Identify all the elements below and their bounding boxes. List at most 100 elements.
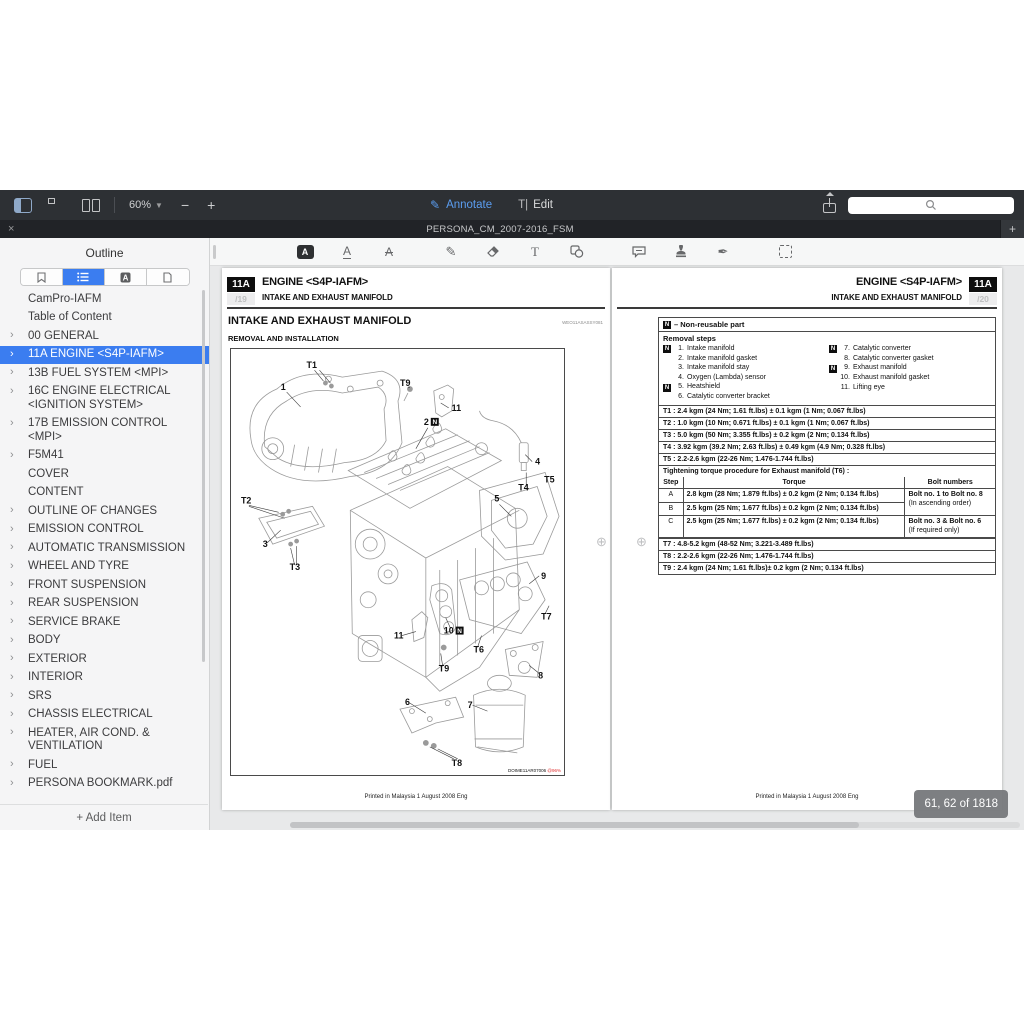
chevron-right-icon[interactable]: › xyxy=(10,541,14,555)
outline-item[interactable]: ›SRS xyxy=(0,687,209,706)
zoom-out-button[interactable]: − xyxy=(181,198,189,212)
note-tool-icon[interactable] xyxy=(630,243,648,261)
strikeout-tool-icon[interactable]: A xyxy=(380,243,398,261)
sidebar-toggle-icon[interactable] xyxy=(14,198,32,213)
pencil-tool-icon[interactable]: ✎ xyxy=(442,243,460,261)
page-left[interactable]: 11A /19 ENGINE <S4P-IAFM> INTAKE AND EXH… xyxy=(222,268,610,810)
outline-item[interactable]: ›17B EMISSION CONTROL <MPI> xyxy=(0,415,209,447)
outline-item[interactable]: ›11A ENGINE <S4P-IAFM> xyxy=(0,346,209,365)
chevron-right-icon[interactable]: › xyxy=(10,758,14,772)
outline-item[interactable]: › WHEEL AND TYRE xyxy=(0,558,209,577)
outline-item[interactable]: ›REAR SUSPENSION xyxy=(0,595,209,614)
select-tool-icon[interactable] xyxy=(776,243,794,261)
outline-item[interactable]: CamPro-IAFM xyxy=(0,290,209,309)
outline-item[interactable]: ›EXTERIOR xyxy=(0,650,209,669)
table-cell-step: B xyxy=(659,502,683,516)
outline-item[interactable]: ›BODY xyxy=(0,632,209,651)
annotate-mode-button[interactable]: ✎ Annotate xyxy=(430,198,492,212)
chevron-right-icon[interactable]: › xyxy=(10,597,14,611)
markup-tool-icon[interactable]: A xyxy=(296,243,314,261)
chevron-right-icon[interactable]: › xyxy=(10,689,14,703)
outline-item[interactable]: ›F5M41 xyxy=(0,447,209,466)
sidebar-scrollbar[interactable] xyxy=(202,290,205,662)
outline-item[interactable]: ›13B FUEL SYSTEM <MPI> xyxy=(0,364,209,383)
text-tool-icon[interactable]: T xyxy=(526,243,544,261)
horizontal-scrollbar[interactable] xyxy=(290,822,1020,828)
document-tab-title[interactable]: PERSONA_CM_2007-2016_FSM xyxy=(0,224,1000,235)
torque-table-header: Torque xyxy=(683,477,905,489)
pane-resize-handle[interactable] xyxy=(213,245,216,259)
outline-item-label: CHASSIS ELECTRICAL xyxy=(28,708,153,720)
shapes-tool-icon[interactable] xyxy=(568,243,586,261)
chevron-right-icon[interactable]: › xyxy=(10,366,14,380)
step-label: Catalytic converter gasket xyxy=(853,355,934,364)
chevron-right-icon[interactable]: › xyxy=(10,504,14,518)
tab-pages[interactable] xyxy=(147,269,188,285)
tab-annotations[interactable]: A xyxy=(105,269,147,285)
chevron-down-icon: ▼ xyxy=(155,201,163,210)
chevron-right-icon[interactable]: › xyxy=(10,634,14,648)
outline-item[interactable]: Table of Content xyxy=(0,309,209,328)
outline-item[interactable]: ›FUEL xyxy=(0,756,209,775)
removal-step: N7.Catalytic converter xyxy=(827,344,993,354)
chevron-right-icon[interactable]: › xyxy=(10,671,14,685)
chevron-right-icon[interactable]: › xyxy=(10,615,14,629)
zoom-level-dropdown[interactable]: 60% ▼ xyxy=(129,199,163,211)
page-right[interactable]: 11A /20 ENGINE <S4P-IAFM> INTAKE AND EXH… xyxy=(612,268,1002,810)
chevron-right-icon[interactable]: › xyxy=(10,578,14,592)
subsection-title: REMOVAL AND INSTALLATION xyxy=(228,334,339,343)
outline-item-label: 16C ENGINE ELECTRICAL <IGNITION SYSTEM> xyxy=(28,385,170,411)
outline-item[interactable]: ›AUTOMATIC TRANSMISSION xyxy=(0,539,209,558)
edit-mode-button[interactable]: T|Edit xyxy=(518,199,553,211)
chevron-right-icon[interactable]: › xyxy=(10,777,14,791)
zoom-in-button[interactable]: + xyxy=(207,198,215,212)
chevron-right-icon[interactable]: › xyxy=(10,708,14,722)
chevron-right-icon[interactable]: › xyxy=(10,652,14,666)
tab-outline[interactable] xyxy=(63,269,105,285)
page-header-subtitle: INTAKE AND EXHAUST MANIFOLD xyxy=(262,293,393,302)
outline-item[interactable]: CONTENT xyxy=(0,484,209,503)
outline-item[interactable]: COVER xyxy=(0,465,209,484)
outline-item[interactable]: ›SERVICE BRAKE xyxy=(0,613,209,632)
engine-diagram-svg: T11T9112N4T4T55T23T39T710NT611T9867T8 xyxy=(231,349,564,775)
outline-item-label: PERSONA BOOKMARK.pdf xyxy=(28,777,172,789)
outline-item-label: WHEEL AND TYRE xyxy=(28,560,129,572)
eraser-tool-icon[interactable] xyxy=(484,243,502,261)
outline-item[interactable]: ›HEATER, AIR COND. & VENTILATION xyxy=(0,724,209,756)
step-number: 4. xyxy=(674,374,684,383)
chevron-right-icon[interactable]: › xyxy=(10,348,14,362)
outline-item[interactable]: ›FRONT SUSPENSION xyxy=(0,576,209,595)
outline-item[interactable]: › 00 GENERAL xyxy=(0,327,209,346)
two-page-view-icon[interactable] xyxy=(82,198,100,213)
chevron-right-icon[interactable]: › xyxy=(10,329,14,343)
share-icon[interactable] xyxy=(823,198,836,213)
chevron-right-icon[interactable]: › xyxy=(10,560,14,574)
outline-item[interactable]: › 16C ENGINE ELECTRICAL <IGNITION SYSTEM> xyxy=(0,383,209,415)
stamp-tool-icon[interactable] xyxy=(672,243,690,261)
edit-label: Edit xyxy=(533,199,553,211)
chevron-right-icon[interactable]: › xyxy=(10,449,14,463)
scrollbar-thumb[interactable] xyxy=(290,822,859,828)
outline-item[interactable]: ›OUTLINE OF CHANGES xyxy=(0,502,209,521)
chevron-right-icon[interactable]: › xyxy=(10,523,14,537)
n-marker-cell: N xyxy=(829,364,837,373)
add-item-button[interactable]: + Add Item xyxy=(0,804,208,830)
outline-item[interactable]: ›INTERIOR xyxy=(0,669,209,688)
signature-tool-icon[interactable]: ✒ xyxy=(714,243,732,261)
search-input[interactable] xyxy=(848,197,1014,214)
step-label: Intake manifold gasket xyxy=(687,355,757,364)
steps-column-right: N7.Catalytic converter8.Catalytic conver… xyxy=(827,344,993,402)
step-number: 5. xyxy=(674,383,684,392)
chevron-right-icon[interactable]: › xyxy=(10,726,14,740)
outline-item[interactable]: ›EMISSION CONTROL xyxy=(0,521,209,540)
new-tab-button[interactable]: + xyxy=(1000,220,1024,238)
tab-bookmarks[interactable] xyxy=(21,269,63,285)
outline-item-label: 00 GENERAL xyxy=(28,330,99,342)
outline-item[interactable]: › CHASSIS ELECTRICAL xyxy=(0,706,209,725)
underline-tool-icon[interactable]: A xyxy=(338,243,356,261)
outline-item[interactable]: › PERSONA BOOKMARK.pdf xyxy=(0,775,209,794)
chevron-right-icon[interactable]: › xyxy=(10,385,14,399)
chevron-right-icon[interactable]: › xyxy=(10,417,14,431)
diagram-callout-label: 11 xyxy=(452,403,461,413)
thumbnails-icon[interactable] xyxy=(48,198,66,213)
